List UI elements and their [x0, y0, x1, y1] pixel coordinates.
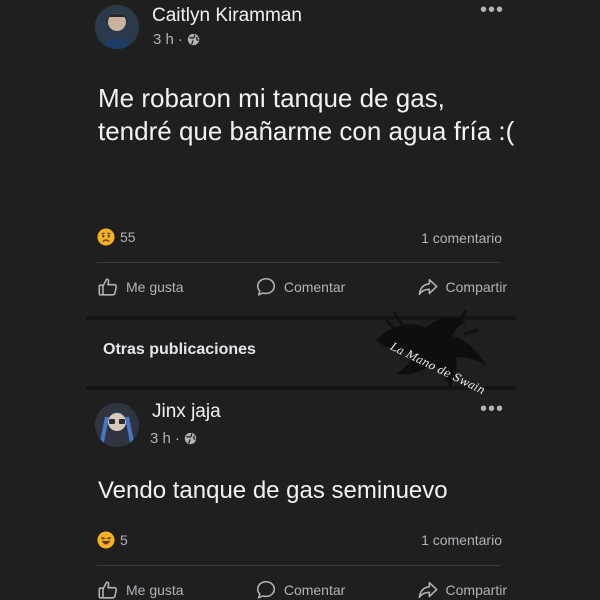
avatar[interactable]: [95, 403, 139, 447]
share-arrow-icon: [418, 581, 438, 599]
reactions[interactable]: 55: [97, 228, 136, 246]
post-text: Me robaron mi tanque de gas, tendré que …: [98, 83, 515, 146]
sad-emoji-icon: [97, 228, 115, 246]
share-button[interactable]: Compartir: [417, 579, 507, 600]
comment-count[interactable]: 1 comentario: [421, 532, 502, 548]
comment-label: Comentar: [283, 582, 346, 598]
post-time[interactable]: 3 h: [150, 430, 171, 447]
more-options-icon[interactable]: •••: [480, 0, 504, 20]
meta-separator: ·: [174, 430, 180, 447]
reaction-count: 55: [120, 229, 136, 245]
thumbs-up-icon: [98, 278, 118, 296]
divider: [97, 565, 501, 566]
comment-bubble-icon: [256, 277, 275, 296]
post-meta: 3 h ·: [153, 31, 200, 48]
like-label: Me gusta: [126, 279, 184, 295]
reaction-count: 5: [120, 532, 128, 548]
section-title: Otras publicaciones: [103, 341, 256, 358]
avatar[interactable]: [95, 5, 139, 49]
post-actions: Me gusta Comentar Compartir: [97, 579, 507, 600]
more-options-icon[interactable]: •••: [480, 399, 504, 419]
share-label: Compartir: [445, 582, 507, 598]
post-meta: 3 h ·: [150, 430, 197, 447]
comment-button[interactable]: Comentar: [255, 579, 345, 600]
comment-bubble-icon: [256, 580, 275, 599]
post-time[interactable]: 3 h: [153, 31, 174, 48]
post-actions: Me gusta Comentar Compartir: [97, 276, 507, 298]
reactions[interactable]: 5: [97, 531, 128, 549]
like-button[interactable]: Me gusta: [97, 276, 184, 298]
post-caitlyn: Caitlyn Kiramman 3 h · ••• Me robaron mi…: [0, 0, 600, 318]
like-label: Me gusta: [126, 582, 184, 598]
globe-icon: [184, 432, 197, 445]
comment-button[interactable]: Comentar: [255, 276, 345, 298]
share-button[interactable]: Compartir: [417, 276, 507, 298]
comment-count[interactable]: 1 comentario: [421, 230, 502, 246]
laugh-emoji-icon: [97, 531, 115, 549]
divider: [97, 262, 501, 263]
meta-separator: ·: [177, 31, 183, 48]
globe-icon: [187, 33, 200, 46]
post-author[interactable]: Jinx jaja: [152, 401, 221, 423]
share-arrow-icon: [418, 278, 438, 296]
comment-label: Comentar: [283, 279, 346, 295]
thumbs-up-icon: [98, 581, 118, 599]
post-author[interactable]: Caitlyn Kiramman: [152, 5, 302, 27]
like-button[interactable]: Me gusta: [97, 579, 184, 600]
watermark-crow-logo: [376, 309, 486, 388]
post-text: Vendo tanque de gas seminuevo: [98, 477, 448, 504]
share-label: Compartir: [445, 279, 507, 295]
